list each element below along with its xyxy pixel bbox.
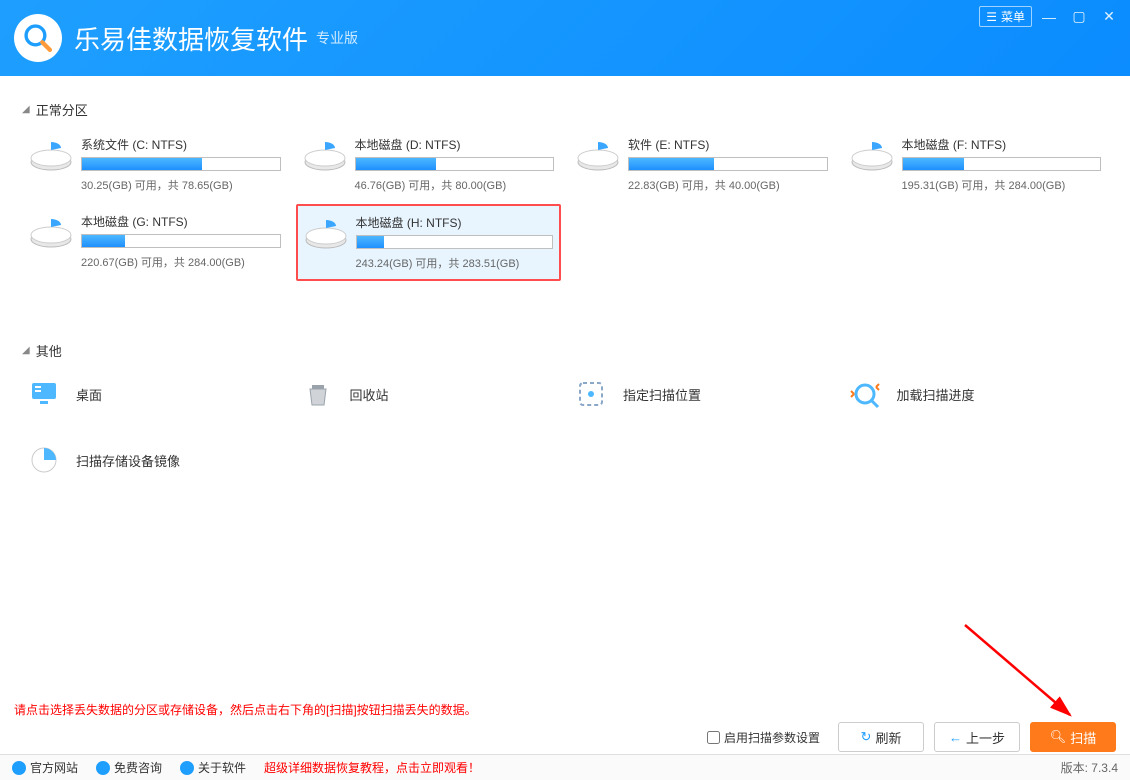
drive-name: 软件 (E: NTFS): [628, 136, 828, 153]
version-label: 版本: 7.3.4: [1061, 759, 1118, 776]
link-website[interactable]: 官方网站: [12, 759, 78, 776]
app-subtitle: 专业版: [316, 28, 358, 48]
drive-item[interactable]: 软件 (E: NTFS) 22.83(GB) 可用，共 40.00(GB): [569, 127, 835, 202]
action-bar: 启用扫描参数设置 ↻刷新 ←上一步 🔍︎扫描: [707, 722, 1116, 752]
globe-icon: [12, 761, 26, 775]
menu-button[interactable]: ☰菜单: [979, 6, 1032, 27]
drive-icon: [304, 214, 348, 250]
chat-icon: [96, 761, 110, 775]
desktop-icon: [28, 378, 60, 410]
search-icon: 🔍︎: [1050, 729, 1067, 745]
drive-stats: 46.76(GB) 可用，共 80.00(GB): [355, 177, 555, 193]
other-label: 回收站: [350, 385, 389, 404]
scan-image-icon: [28, 444, 60, 476]
drive-stats: 195.31(GB) 可用，共 284.00(GB): [902, 177, 1102, 193]
link-about[interactable]: 关于软件: [180, 759, 246, 776]
drive-icon: [303, 136, 347, 172]
drive-name: 本地磁盘 (F: NTFS): [902, 136, 1102, 153]
load-progress-icon: [849, 378, 881, 410]
other-label: 加载扫描进度: [897, 385, 975, 404]
hint-text: 请点击选择丢失数据的分区或存储设备，然后点击右下角的[扫描]按钮扫描丢失的数据。: [14, 701, 477, 718]
drive-item[interactable]: 本地磁盘 (G: NTFS) 220.67(GB) 可用，共 284.00(GB…: [22, 204, 288, 281]
info-icon: [180, 761, 194, 775]
refresh-icon: ↻: [861, 729, 872, 745]
drive-name: 本地磁盘 (D: NTFS): [355, 136, 555, 153]
drive-item[interactable]: 本地磁盘 (F: NTFS) 195.31(GB) 可用，共 284.00(GB…: [843, 127, 1109, 202]
other-label: 扫描存储设备镜像: [76, 451, 180, 470]
statusbar: 官方网站 免费咨询 关于软件 超级详细数据恢复教程，点击立即观看！ 版本: 7.…: [0, 754, 1130, 780]
drive-icon: [29, 213, 73, 249]
drive-usage-bar: [628, 157, 828, 171]
drive-stats: 22.83(GB) 可用，共 40.00(GB): [628, 177, 828, 193]
drive-icon: [29, 136, 73, 172]
link-consult[interactable]: 免费咨询: [96, 759, 162, 776]
arrow-left-icon: ←: [949, 730, 962, 745]
tutorial-link[interactable]: 超级详细数据恢复教程，点击立即观看！: [264, 759, 480, 776]
custom-loc-icon: [575, 378, 607, 410]
section-others-header: ◢其他: [22, 341, 1108, 360]
other-custom-loc[interactable]: 指定扫描位置: [569, 370, 835, 418]
collapse-icon[interactable]: ◢: [22, 104, 30, 115]
scan-button[interactable]: 🔍︎扫描: [1030, 722, 1116, 752]
app-title: 乐易佳数据恢复软件: [74, 20, 308, 57]
refresh-button[interactable]: ↻刷新: [838, 722, 924, 752]
drive-item[interactable]: 系统文件 (C: NTFS) 30.25(GB) 可用，共 78.65(GB): [22, 127, 288, 202]
annotation-arrow: [960, 620, 1110, 730]
section-partitions-header: ◢正常分区: [22, 100, 1108, 119]
drive-item[interactable]: 本地磁盘 (D: NTFS) 46.76(GB) 可用，共 80.00(GB): [296, 127, 562, 202]
drive-usage-bar: [81, 157, 281, 171]
drive-name: 本地磁盘 (H: NTFS): [356, 214, 554, 231]
recycle-icon: [302, 378, 334, 410]
minimize-button[interactable]: —: [1036, 8, 1062, 26]
drive-stats: 220.67(GB) 可用，共 284.00(GB): [81, 254, 281, 270]
drive-stats: 243.24(GB) 可用，共 283.51(GB): [356, 255, 554, 271]
other-label: 指定扫描位置: [623, 385, 701, 404]
enable-params-checkbox[interactable]: 启用扫描参数设置: [707, 729, 820, 746]
other-desktop[interactable]: 桌面: [22, 370, 288, 418]
drive-item[interactable]: 本地磁盘 (H: NTFS) 243.24(GB) 可用，共 283.51(GB…: [296, 204, 562, 281]
drive-usage-bar: [902, 157, 1102, 171]
drive-usage-bar: [81, 234, 281, 248]
other-load-progress[interactable]: 加载扫描进度: [843, 370, 1109, 418]
drive-name: 本地磁盘 (G: NTFS): [81, 213, 281, 230]
maximize-button[interactable]: ▢: [1066, 8, 1092, 26]
drive-name: 系统文件 (C: NTFS): [81, 136, 281, 153]
drive-icon: [576, 136, 620, 172]
other-recycle[interactable]: 回收站: [296, 370, 562, 418]
menu-icon: ☰: [986, 10, 997, 24]
close-button[interactable]: ✕: [1096, 8, 1122, 26]
drive-stats: 30.25(GB) 可用，共 78.65(GB): [81, 177, 281, 193]
drive-usage-bar: [356, 235, 554, 249]
prev-button[interactable]: ←上一步: [934, 722, 1020, 752]
drive-usage-bar: [355, 157, 555, 171]
titlebar: 乐易佳数据恢复软件 专业版 ☰菜单 — ▢ ✕: [0, 0, 1130, 76]
other-label: 桌面: [76, 385, 102, 404]
app-logo: [14, 14, 62, 62]
drive-icon: [850, 136, 894, 172]
collapse-icon[interactable]: ◢: [22, 345, 30, 356]
other-scan-image[interactable]: 扫描存储设备镜像: [22, 436, 288, 484]
